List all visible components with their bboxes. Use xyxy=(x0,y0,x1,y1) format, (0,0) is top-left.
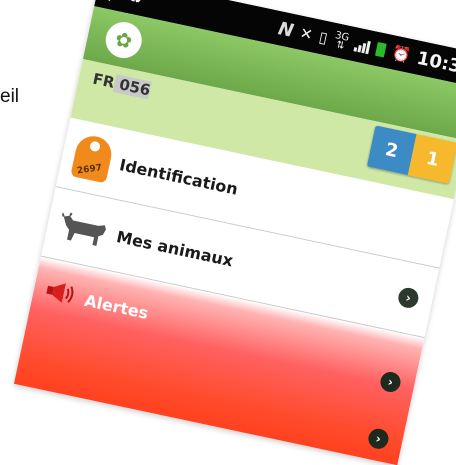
chevron-right-icon[interactable]: › xyxy=(378,370,403,394)
background-label: eil xyxy=(0,86,20,107)
network-type: 3G xyxy=(334,30,351,44)
menu-item-label: Identification xyxy=(117,154,240,199)
battery-icon xyxy=(375,41,387,58)
menu-item-label: Alertes xyxy=(82,290,151,323)
alarm-icon: ⏰ xyxy=(390,43,413,65)
3g-icon: 3G ⇅ xyxy=(334,30,351,52)
tag-number: 2697 xyxy=(76,163,104,177)
menu-item-label: Mes animaux xyxy=(114,226,235,270)
nfc-n-icon: N xyxy=(276,17,296,42)
usb-icon: ψ xyxy=(103,0,118,3)
chevron-right-icon[interactable]: › xyxy=(366,426,391,451)
chevron-right-icon[interactable]: › xyxy=(396,286,421,310)
silent-icon: ✕ xyxy=(298,23,315,45)
ear-tag-icon: 2697 xyxy=(70,132,115,184)
vibrate-icon: ▯ xyxy=(317,27,330,48)
signal-icon xyxy=(353,38,371,54)
app-logo-icon[interactable]: ✿ xyxy=(102,18,146,62)
megaphone-icon xyxy=(46,283,74,303)
farm-id: FR 056 xyxy=(91,69,153,100)
badge-yellow[interactable]: 1 xyxy=(407,134,456,184)
cow-icon xyxy=(61,212,106,246)
recycle-icon: ♻ xyxy=(126,0,145,9)
phone-screen: ψ ♻ N ✕ ▯ 3G⇅ ⏰ 10:34 ✿ FR 056 2 1 2697 … xyxy=(13,0,456,465)
